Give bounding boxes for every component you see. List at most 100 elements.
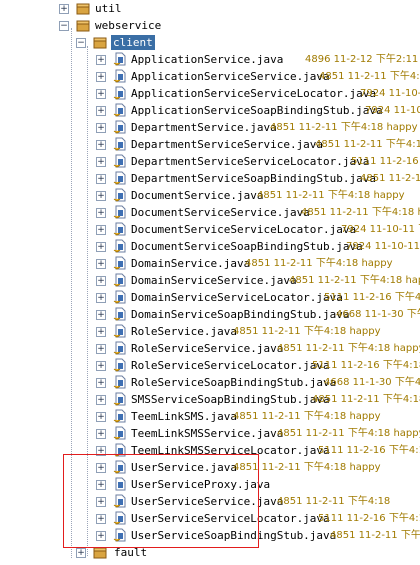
tree-node-client[interactable]: − client — [0, 34, 420, 51]
file-row[interactable]: + SMSServiceSoapBindingStub.java 4851 11… — [0, 391, 420, 408]
expand-toggle[interactable]: + — [96, 106, 106, 116]
expand-toggle[interactable]: + — [96, 446, 106, 456]
expand-toggle[interactable]: + — [96, 395, 106, 405]
file-row[interactable]: + DepartmentService.java 4851 11-2-11 下午… — [0, 119, 420, 136]
expand-toggle[interactable]: + — [96, 174, 106, 184]
file-name: UserServiceServiceLocator.java — [131, 512, 330, 525]
file-meta: 4851 11-2-11 下午4:18 happy — [233, 326, 381, 337]
file-row[interactable]: + UserServiceSoapBindingStub.java 4851 1… — [0, 527, 420, 544]
expand-toggle[interactable]: + — [96, 225, 106, 235]
file-row[interactable]: + UserServiceServiceLocator.java 5111 11… — [0, 510, 420, 527]
file-row[interactable]: + DomainServiceService.java 4851 11-2-11… — [0, 272, 420, 289]
expand-toggle[interactable]: + — [96, 497, 106, 507]
expand-toggle[interactable]: + — [96, 463, 106, 473]
file-name: DocumentService.java — [131, 189, 264, 202]
expand-toggle[interactable]: + — [96, 327, 106, 337]
expand-toggle[interactable]: + — [96, 293, 106, 303]
java-file-icon — [113, 69, 126, 83]
file-row[interactable]: + DepartmentServiceSoapBindingStub.java … — [0, 170, 420, 187]
java-file-icon — [113, 103, 126, 117]
file-row[interactable]: + TeemLinkSMSServiceLocator.java 5111 11… — [0, 442, 420, 459]
tree-node-fault[interactable]: + fault — [0, 544, 420, 561]
file-name: DepartmentServiceServiceLocator.java — [131, 155, 370, 168]
file-row[interactable]: + RoleServiceSoapBindingStub.java 4668 1… — [0, 374, 420, 391]
expand-toggle[interactable]: + — [96, 191, 106, 201]
expand-toggle[interactable]: + — [96, 89, 106, 99]
file-row[interactable]: + DepartmentServiceService.java 4851 11-… — [0, 136, 420, 153]
file-row[interactable]: + DocumentServiceService.java 4851 11-2-… — [0, 204, 420, 221]
java-file-icon — [113, 171, 126, 185]
expand-toggle[interactable]: + — [59, 4, 69, 14]
java-file-icon — [113, 120, 126, 134]
tree-node-label: webservice — [95, 19, 162, 32]
file-name: RoleServiceSoapBindingStub.java — [131, 376, 337, 389]
expand-toggle[interactable]: + — [96, 310, 106, 320]
java-file-icon — [113, 205, 126, 219]
expand-toggle[interactable]: + — [96, 480, 106, 490]
file-row[interactable]: + DepartmentServiceServiceLocator.java 5… — [0, 153, 420, 170]
expand-toggle[interactable]: + — [96, 361, 106, 371]
file-name: RoleServiceServiceLocator.java — [131, 359, 330, 372]
expand-toggle[interactable]: + — [96, 429, 106, 439]
java-file-icon — [113, 256, 126, 270]
expand-toggle[interactable]: + — [96, 412, 106, 422]
java-file-icon — [113, 409, 126, 423]
file-row[interactable]: + TeemLinkSMSService.java 4851 11-2-11 下… — [0, 425, 420, 442]
file-meta: 4851 11-2-11 下午4:18 happy — [301, 207, 420, 218]
file-meta: 4668 11-1-30 下午4:18 — [336, 309, 420, 320]
file-meta: 4851 11-2-11 下午4:18 — [277, 496, 391, 507]
expand-toggle[interactable]: + — [96, 276, 106, 286]
file-name: DomainServiceServiceLocator.java — [131, 291, 343, 304]
tree-node-webservice[interactable]: − webservice — [0, 17, 420, 34]
file-row[interactable]: + UserServiceProxy.java — [0, 476, 420, 493]
file-row[interactable]: + UserService.java 4851 11-2-11 下午4:18 h… — [0, 459, 420, 476]
file-row[interactable]: + DocumentServiceSoapBindingStub.java 79… — [0, 238, 420, 255]
file-row[interactable]: + DocumentServiceServiceLocator.java 792… — [0, 221, 420, 238]
file-row[interactable]: + TeemLinkSMS.java 4851 11-2-11 下午4:18 h… — [0, 408, 420, 425]
java-file-icon — [113, 341, 126, 355]
file-row[interactable]: + ApplicationServiceService.java 4851 11… — [0, 68, 420, 85]
file-row[interactable]: + RoleServiceServiceLocator.java 5111 11… — [0, 357, 420, 374]
file-row[interactable]: + ApplicationServiceServiceLocator.java … — [0, 85, 420, 102]
expand-toggle[interactable]: + — [96, 55, 106, 65]
file-name: UserServiceSoapBindingStub.java — [131, 529, 337, 542]
expand-toggle[interactable]: + — [96, 140, 106, 150]
package-folder-icon — [76, 20, 90, 32]
file-name: ApplicationServiceServiceLocator.java — [131, 87, 377, 100]
file-row[interactable]: + DomainServiceServiceLocator.java 5111 … — [0, 289, 420, 306]
file-meta: 4851 11-2-11 下午4:18 happy — [233, 411, 381, 422]
tree-node-util[interactable]: + util — [0, 0, 420, 17]
expand-toggle[interactable]: + — [76, 548, 86, 558]
tree-node-label: fault — [114, 546, 148, 559]
expand-toggle[interactable]: + — [96, 378, 106, 388]
collapse-toggle[interactable]: − — [59, 21, 69, 31]
expand-toggle[interactable]: + — [96, 242, 106, 252]
file-row[interactable]: + ApplicationServiceSoapBindingStub.java… — [0, 102, 420, 119]
java-file-icon — [115, 477, 126, 491]
expand-toggle[interactable]: + — [96, 259, 106, 269]
java-file-icon — [113, 222, 126, 236]
file-row[interactable]: + ApplicationService.java 4896 11-2-12 下… — [0, 51, 420, 68]
expand-toggle[interactable]: + — [96, 514, 106, 524]
package-icon — [93, 37, 107, 49]
file-row[interactable]: + RoleService.java 4851 11-2-11 下午4:18 h… — [0, 323, 420, 340]
expand-toggle[interactable]: + — [96, 157, 106, 167]
java-file-icon — [113, 460, 126, 474]
expand-toggle[interactable]: + — [96, 72, 106, 82]
java-file-icon — [113, 375, 126, 389]
file-row[interactable]: + UserServiceService.java 4851 11-2-11 下… — [0, 493, 420, 510]
file-meta: 4851 11-2-11 下午4:18 — [330, 530, 420, 541]
package-explorer-tree: + util − webservice − client + Applicati… — [0, 0, 420, 565]
file-row[interactable]: + DomainService.java 4851 11-2-11 下午4:18… — [0, 255, 420, 272]
file-row[interactable]: + DocumentService.java 4851 11-2-11 下午4:… — [0, 187, 420, 204]
tree-node-label-selected: client — [111, 35, 155, 50]
collapse-toggle[interactable]: − — [76, 38, 86, 48]
file-row[interactable]: + DomainServiceSoapBindingStub.java 4668… — [0, 306, 420, 323]
file-name: DocumentServiceSoapBindingStub.java — [131, 240, 363, 253]
expand-toggle[interactable]: + — [96, 123, 106, 133]
file-row[interactable]: + RoleServiceService.java 4851 11-2-11 下… — [0, 340, 420, 357]
java-file-icon — [113, 443, 126, 457]
expand-toggle[interactable]: + — [96, 344, 106, 354]
expand-toggle[interactable]: + — [96, 208, 106, 218]
expand-toggle[interactable]: + — [96, 531, 106, 541]
